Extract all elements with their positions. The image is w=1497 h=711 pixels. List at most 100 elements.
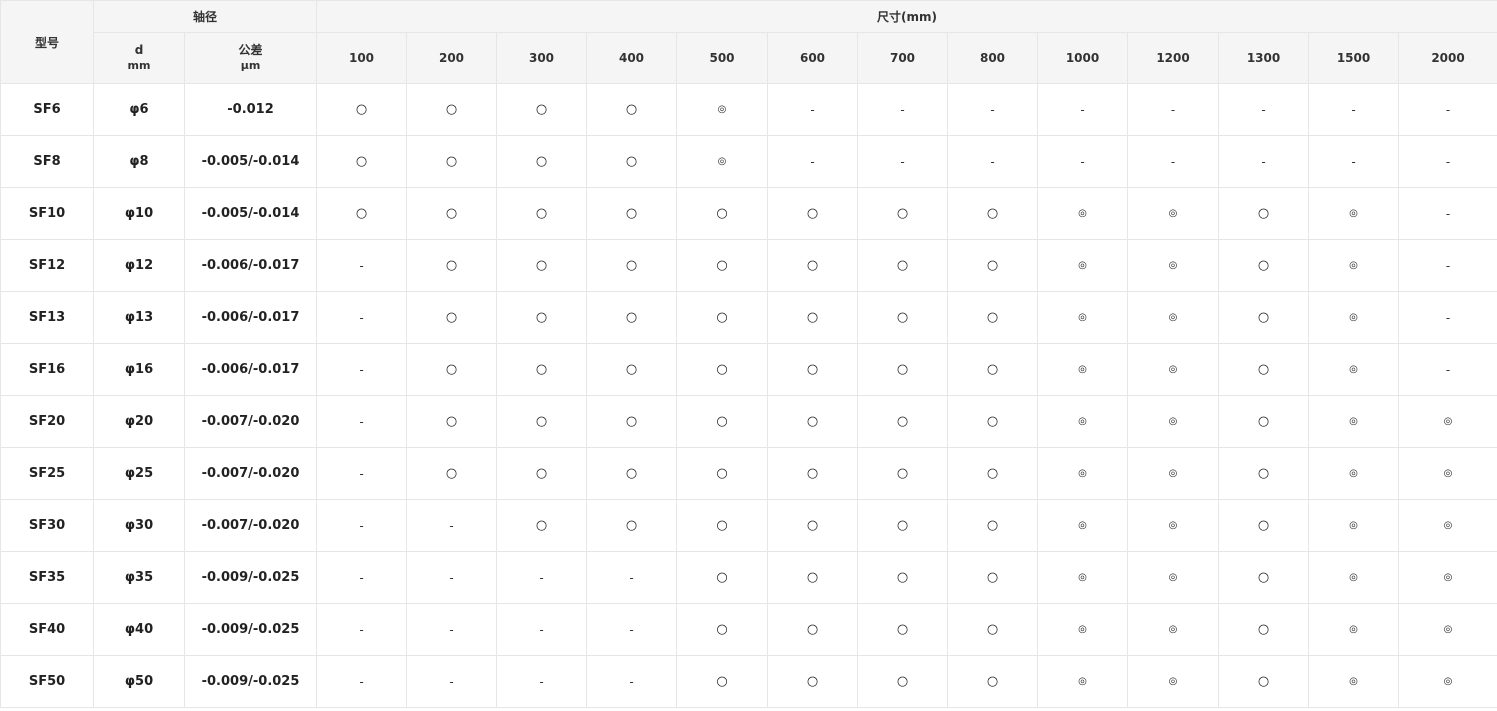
- table-header: 型号 轴径 尺寸(mm) d mm 公差 μm 100 200 300 400 500 6…: [0, 0, 1497, 84]
- length-header: 1000: [1037, 32, 1129, 84]
- standard-mark-cell: ◎: [1037, 499, 1129, 552]
- table-row: SF40 φ40 -0.009/-0.025- - - - ○ ○ ○ ○ ◎ ◎ ○ ◎ ◎: [0, 603, 1497, 656]
- unavailable-mark-cell: -: [316, 239, 408, 292]
- table-row: SF25 φ25 -0.007/-0.020- ○ ○ ○ ○ ○ ○ ○ ◎ ◎ ○ ◎ ◎: [0, 447, 1497, 500]
- available-mark-cell: ○: [1218, 447, 1310, 500]
- standard-mark-cell: ◎: [1127, 655, 1220, 708]
- standard-mark-cell: ◎: [1037, 551, 1129, 604]
- available-mark-cell: ○: [947, 499, 1039, 552]
- table-row: SF50 φ50 -0.009/-0.025- - - - ○ ○ ○ ○ ◎ ◎ ○ ◎ ◎: [0, 655, 1497, 708]
- standard-mark-cell: ◎: [1127, 551, 1220, 604]
- available-mark-cell: ○: [316, 83, 408, 136]
- tolerance-header: 公差 μm: [183, 32, 318, 84]
- tolerance-cell: -0.005/-0.014: [183, 187, 318, 240]
- tolerance-label: 公差: [238, 43, 263, 57]
- standard-mark-cell: ◎: [1037, 187, 1129, 240]
- available-mark-cell: ○: [947, 291, 1039, 344]
- available-mark-cell: ○: [676, 447, 769, 500]
- model-cell: SF50: [0, 655, 94, 708]
- available-mark-cell: ○: [767, 499, 859, 552]
- standard-mark-cell: ◎: [1308, 395, 1400, 448]
- tolerance-cell: -0.006/-0.017: [183, 343, 318, 396]
- model-cell: SF12: [0, 239, 94, 292]
- model-cell: SF20: [0, 395, 94, 448]
- model-cell: SF25: [0, 447, 94, 500]
- available-mark-cell: ○: [857, 499, 949, 552]
- unavailable-mark-cell: -: [316, 655, 408, 708]
- available-mark-cell: ○: [676, 239, 769, 292]
- unavailable-mark-cell: -: [406, 551, 498, 604]
- standard-mark-cell: ◎: [1398, 551, 1497, 604]
- standard-mark-cell: ◎: [1398, 655, 1497, 708]
- available-mark-cell: ○: [586, 135, 678, 188]
- available-mark-cell: ○: [406, 135, 498, 188]
- unavailable-mark-cell: -: [496, 655, 588, 708]
- available-mark-cell: ○: [947, 655, 1039, 708]
- available-mark-cell: ○: [676, 343, 769, 396]
- table-row: SF16 φ16 -0.006/-0.017- ○ ○ ○ ○ ○ ○ ○ ◎ ◎ ○ ◎ -: [0, 343, 1497, 396]
- diameter-cell: φ35: [93, 551, 185, 604]
- available-mark-cell: ○: [496, 291, 588, 344]
- available-mark-cell: ○: [857, 395, 949, 448]
- available-mark-cell: ○: [857, 655, 949, 708]
- available-mark-cell: ○: [1218, 395, 1310, 448]
- available-mark-cell: ○: [586, 187, 678, 240]
- diameter-cell: φ12: [93, 239, 185, 292]
- unavailable-mark-cell: -: [1308, 135, 1400, 188]
- tolerance-cell: -0.009/-0.025: [183, 551, 318, 604]
- available-mark-cell: ○: [947, 603, 1039, 656]
- available-mark-cell: ○: [767, 447, 859, 500]
- diameter-cell: φ6: [93, 83, 185, 136]
- available-mark-cell: ○: [1218, 187, 1310, 240]
- size-header: 尺寸(mm): [316, 0, 1497, 33]
- available-mark-cell: ○: [767, 395, 859, 448]
- available-mark-cell: ○: [947, 187, 1039, 240]
- available-mark-cell: ○: [586, 499, 678, 552]
- diameter-cell: φ50: [93, 655, 185, 708]
- unavailable-mark-cell: -: [857, 135, 949, 188]
- table-row: SF20 φ20 -0.007/-0.020- ○ ○ ○ ○ ○ ○ ○ ◎ ◎ ○ ◎ ◎: [0, 395, 1497, 448]
- unavailable-mark-cell: -: [1308, 83, 1400, 136]
- standard-mark-cell: ◎: [1398, 395, 1497, 448]
- available-mark-cell: ○: [676, 499, 769, 552]
- unavailable-mark-cell: -: [1127, 135, 1220, 188]
- available-mark-cell: ○: [496, 343, 588, 396]
- available-mark-cell: ○: [857, 447, 949, 500]
- available-mark-cell: ○: [676, 291, 769, 344]
- standard-mark-cell: ◎: [1308, 291, 1400, 344]
- unavailable-mark-cell: -: [586, 655, 678, 708]
- available-mark-cell: ○: [1218, 551, 1310, 604]
- model-cell: SF6: [0, 83, 94, 136]
- available-mark-cell: ○: [767, 239, 859, 292]
- standard-mark-cell: ◎: [1127, 343, 1220, 396]
- unavailable-mark-cell: -: [316, 499, 408, 552]
- standard-mark-cell: ◎: [1308, 603, 1400, 656]
- table-row: SF13 φ13 -0.006/-0.017- ○ ○ ○ ○ ○ ○ ○ ◎ ◎ ○ ◎ -: [0, 291, 1497, 344]
- model-cell: SF10: [0, 187, 94, 240]
- available-mark-cell: ○: [586, 291, 678, 344]
- tolerance-cell: -0.006/-0.017: [183, 239, 318, 292]
- available-mark-cell: ○: [676, 187, 769, 240]
- length-header: 200: [406, 32, 498, 84]
- standard-mark-cell: ◎: [1037, 603, 1129, 656]
- available-mark-cell: ○: [1218, 343, 1310, 396]
- unavailable-mark-cell: -: [1398, 291, 1497, 344]
- available-mark-cell: ○: [586, 83, 678, 136]
- standard-mark-cell: ◎: [1127, 499, 1220, 552]
- table-row: SF8 φ8 -0.005/-0.014 ○ ○ ○ ○ ◎ - - - - - - - -: [0, 135, 1497, 188]
- unavailable-mark-cell: -: [1398, 83, 1497, 136]
- tolerance-cell: -0.007/-0.020: [183, 395, 318, 448]
- model-cell: SF8: [0, 135, 94, 188]
- available-mark-cell: ○: [1218, 291, 1310, 344]
- unavailable-mark-cell: -: [857, 83, 949, 136]
- available-mark-cell: ○: [947, 447, 1039, 500]
- length-header: 600: [767, 32, 859, 84]
- available-mark-cell: ○: [406, 447, 498, 500]
- standard-mark-cell: ◎: [1127, 395, 1220, 448]
- standard-mark-cell: ◎: [1127, 187, 1220, 240]
- diameter-cell: φ40: [93, 603, 185, 656]
- available-mark-cell: ○: [316, 187, 408, 240]
- diameter-header: d mm: [93, 32, 185, 84]
- available-mark-cell: ○: [767, 603, 859, 656]
- available-mark-cell: ○: [1218, 603, 1310, 656]
